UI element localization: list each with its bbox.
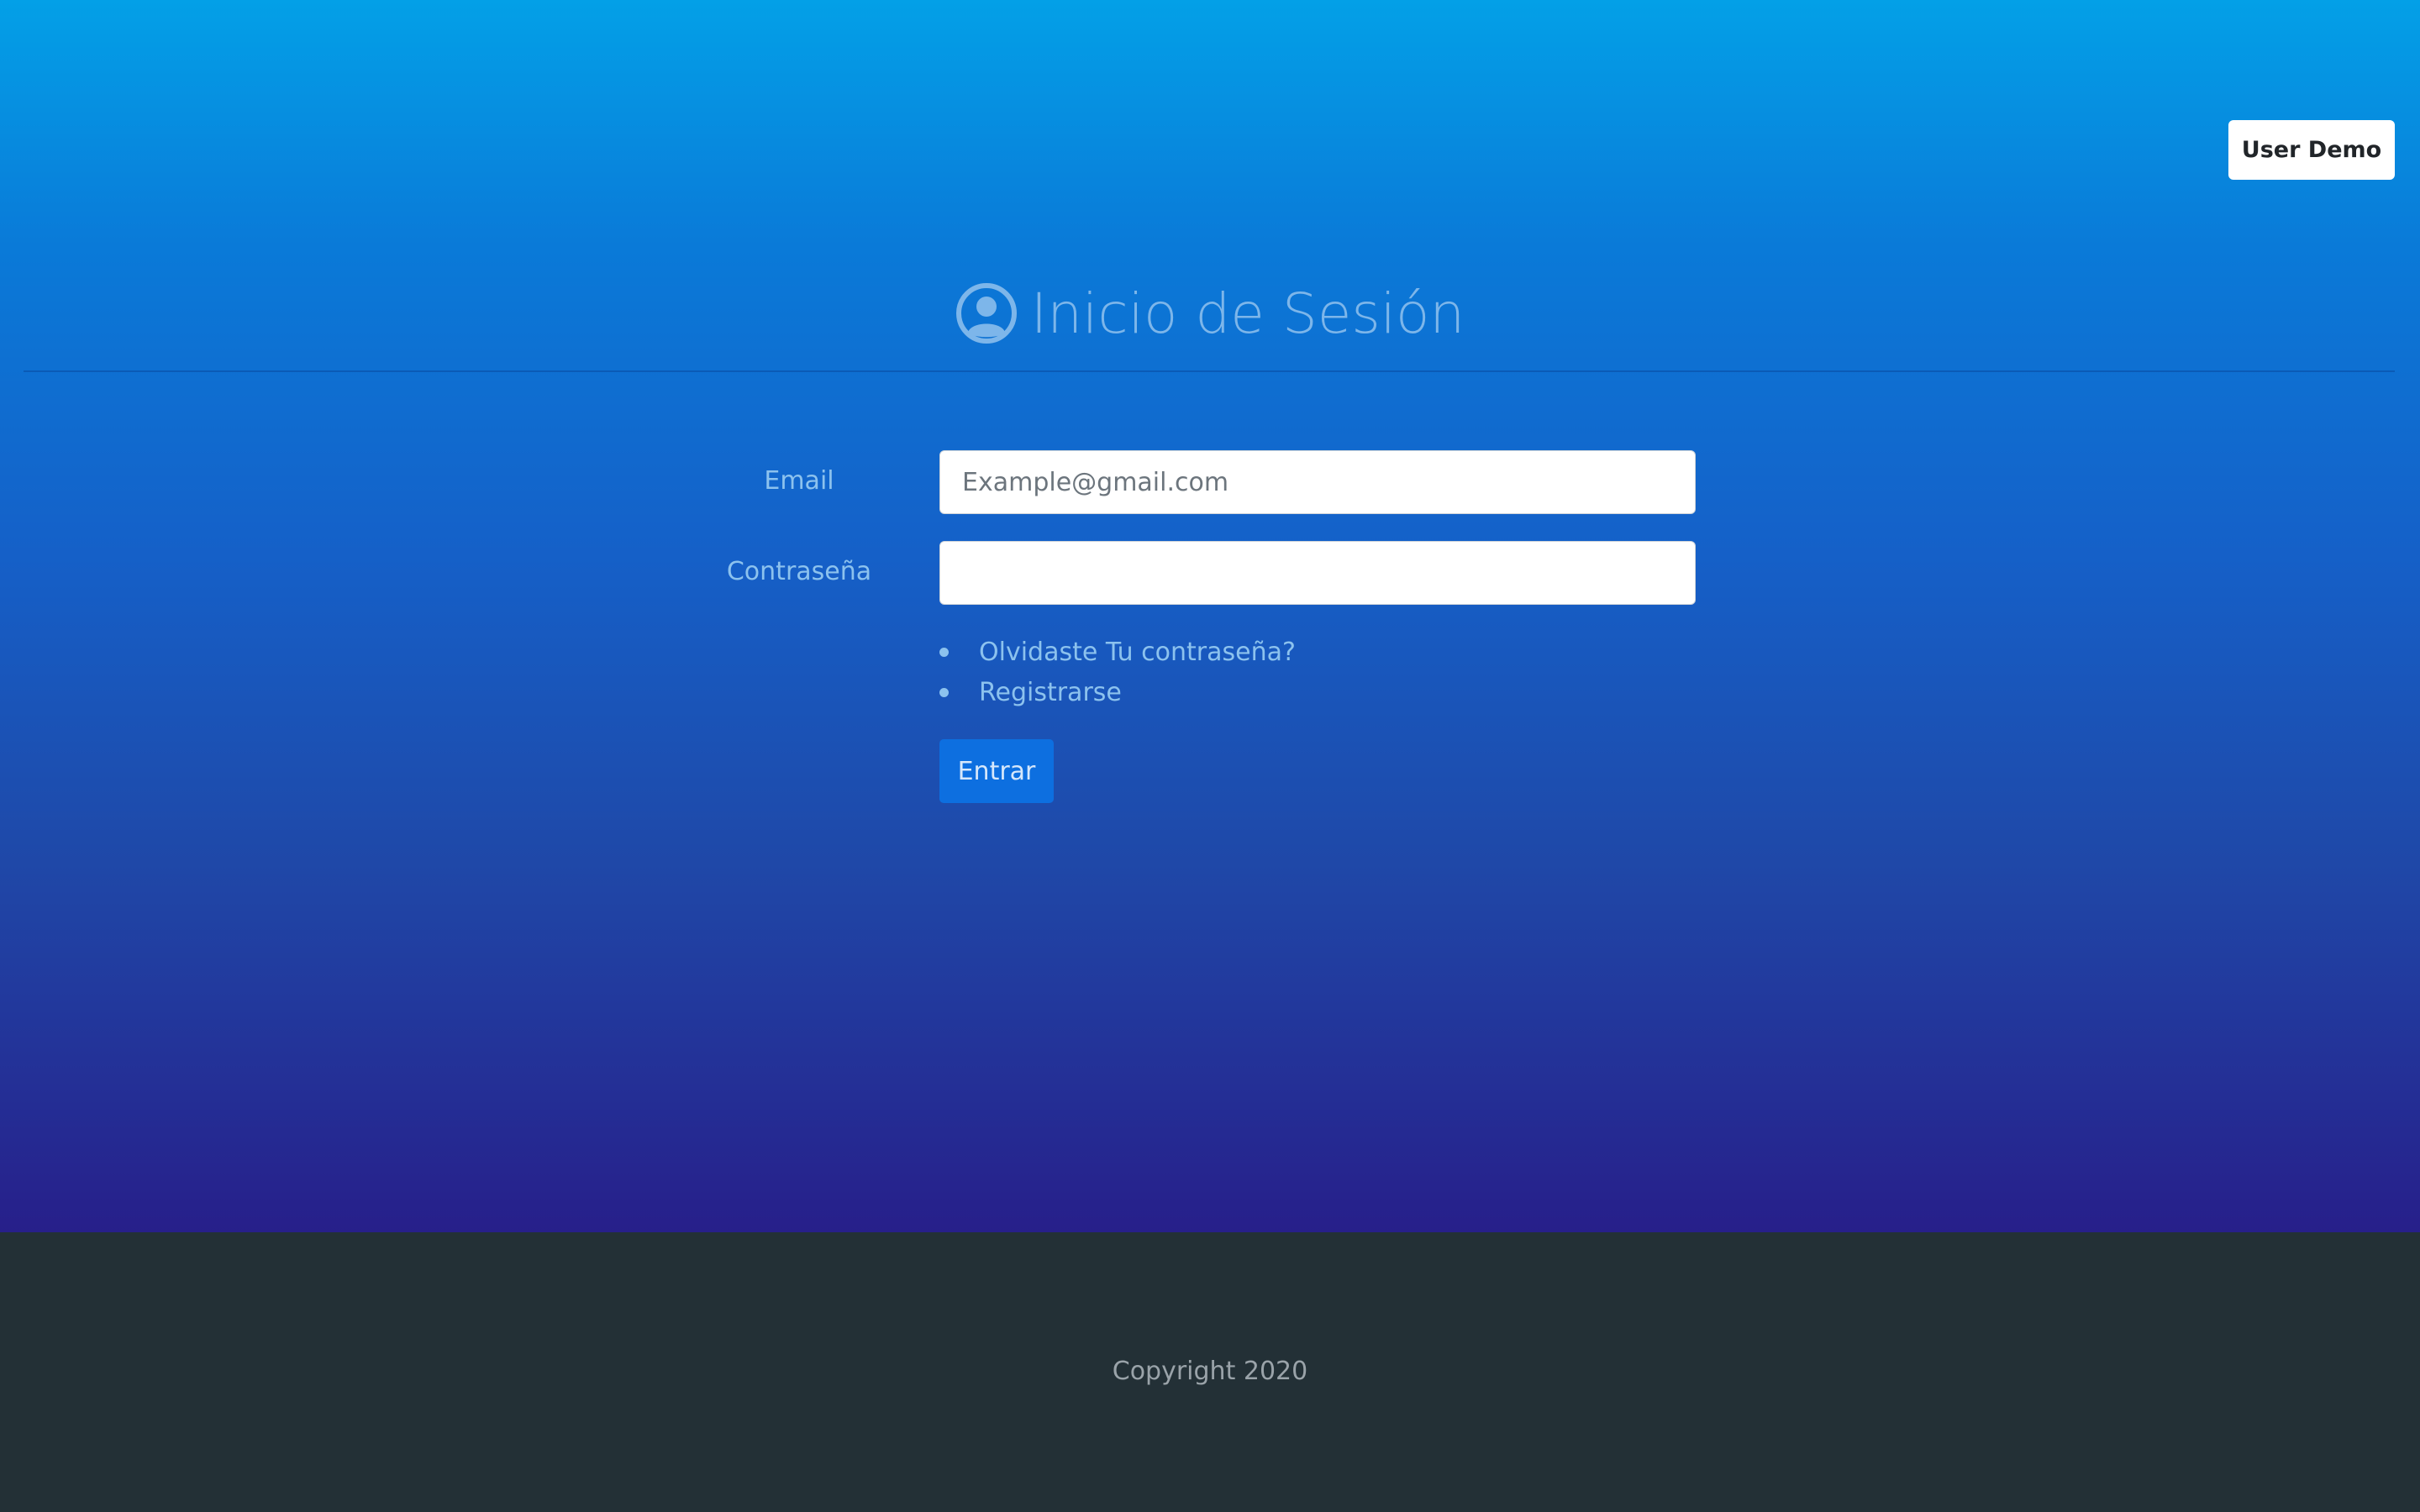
copyright-text: Copyright 2020 <box>1112 1357 1308 1386</box>
bullet-icon <box>939 647 949 657</box>
forgot-password-link[interactable]: Olvidaste Tu contraseña? <box>979 638 1296 667</box>
page-title: Inicio de Sesión <box>1030 281 1465 346</box>
login-page-background: User Demo Inicio de Sesión Email Contras… <box>0 0 2420 1232</box>
login-submit-button[interactable]: Entrar <box>939 739 1054 803</box>
password-field[interactable] <box>939 541 1696 605</box>
header-divider <box>24 370 2395 372</box>
bullet-icon <box>939 687 949 697</box>
page-header: Inicio de Sesión <box>0 267 2420 360</box>
user-demo-button[interactable]: User Demo <box>2228 120 2395 180</box>
email-label: Email <box>764 466 834 496</box>
auth-links-list: Olvidaste Tu contraseña? Registrarse <box>939 632 1296 712</box>
email-field[interactable] <box>939 450 1696 514</box>
list-item: Olvidaste Tu contraseña? <box>939 632 1296 672</box>
register-link[interactable]: Registrarse <box>979 678 1122 707</box>
user-circle-icon <box>955 283 1017 344</box>
list-item: Registrarse <box>939 672 1296 712</box>
password-label: Contraseña <box>726 557 872 586</box>
